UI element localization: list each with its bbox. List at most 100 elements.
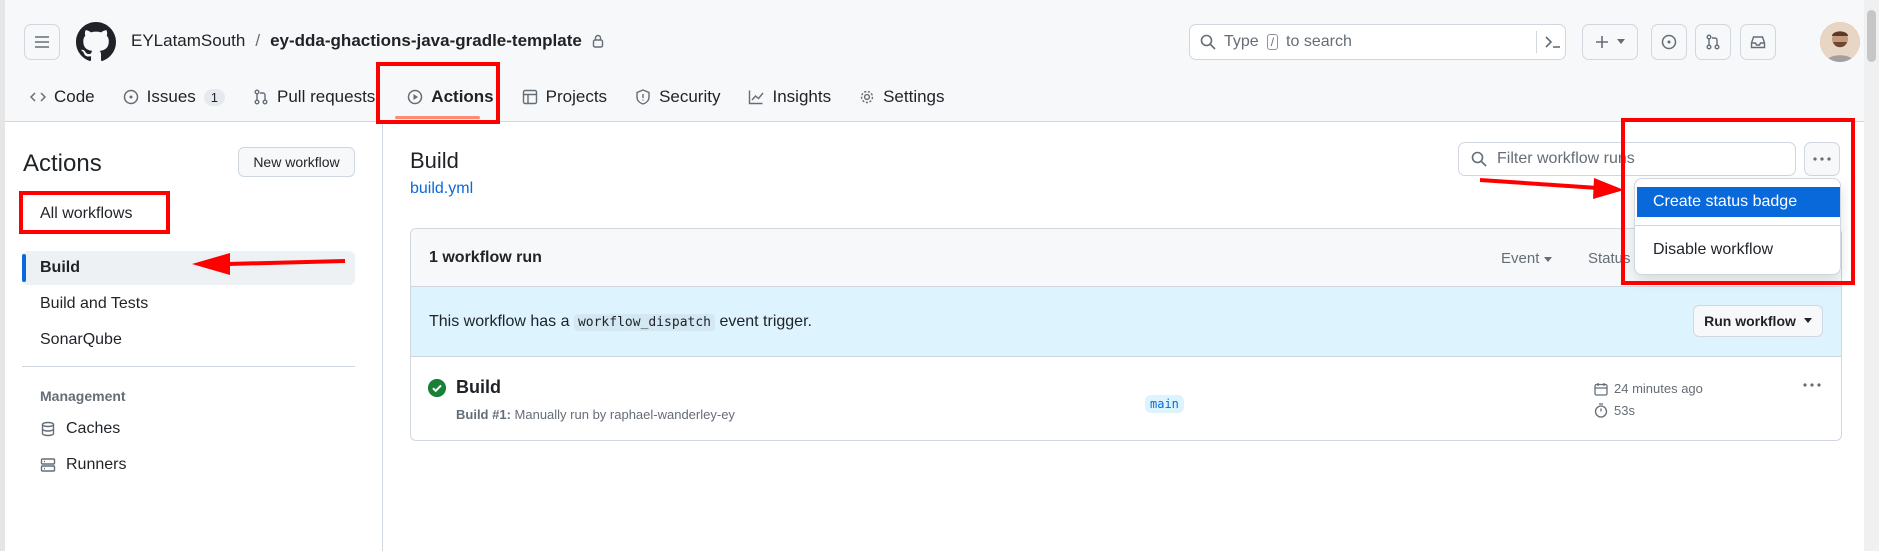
global-header: EYLatamSouth / ey-dda-ghactions-java-gra… (5, 0, 1864, 122)
tab-pull-requests[interactable]: Pull requests (253, 87, 375, 107)
tab-code[interactable]: Code (30, 87, 95, 107)
sidebar-item-build[interactable]: Build (40, 259, 80, 277)
branch-badge[interactable]: main (1145, 395, 1184, 413)
breadcrumb: EYLatamSouth / ey-dda-ghactions-java-gra… (131, 31, 604, 51)
tab-issues[interactable]: Issues 1 (123, 87, 226, 107)
search-divider (1536, 31, 1537, 53)
run-count: 1 workflow run (429, 249, 542, 266)
run-description: Build #1: Manually run by raphael-wander… (456, 407, 735, 422)
breadcrumb-separator: / (255, 31, 261, 50)
chevron-down-icon (1803, 318, 1812, 323)
banner-suffix: event trigger. (719, 313, 812, 330)
terminal-icon (1545, 36, 1560, 48)
sidebar-item-sonarqube[interactable]: SonarQube (40, 331, 122, 349)
new-workflow-button[interactable]: New workflow (238, 147, 355, 177)
run-workflow-button[interactable]: Run workflow (1693, 305, 1823, 337)
command-palette-button[interactable] (1538, 24, 1568, 60)
stopwatch-icon (1594, 403, 1608, 418)
table-row[interactable]: Build Build #1: Manually run by raphael-… (411, 357, 1841, 440)
annotation-box-actions-tab (376, 62, 500, 124)
github-logo-icon[interactable] (76, 22, 116, 62)
event-filter[interactable]: Event (1501, 250, 1552, 267)
run-duration: 53s (1594, 403, 1635, 418)
database-icon (41, 421, 55, 437)
tab-projects[interactable]: Projects (522, 87, 607, 107)
issue-icon (123, 89, 138, 105)
tab-label: Pull requests (277, 87, 376, 106)
repo-nav-tabs: Code Issues 1 Pull requests Actions Proj… (30, 82, 973, 112)
sidebar-divider-vertical (382, 122, 383, 551)
lock-icon (592, 34, 604, 48)
inbox-icon (1750, 36, 1766, 49)
inbox-button[interactable] (1740, 24, 1776, 60)
search-input[interactable]: Type / to search (1189, 24, 1566, 60)
scrollbar[interactable] (1864, 0, 1879, 551)
repo-name-link[interactable]: ey-dda-ghactions-java-gradle-template (270, 31, 582, 51)
menu-button[interactable] (24, 24, 60, 60)
search-shortcut-key: / (1266, 34, 1279, 50)
workflow-title: Build (410, 148, 459, 173)
sidebar-item-build-and-tests[interactable]: Build and Tests (40, 295, 148, 313)
gear-icon (860, 90, 874, 104)
run-trigger: Manually run by raphael-wanderley-ey (514, 407, 735, 422)
workflow-file-link[interactable]: build.yml (410, 180, 473, 198)
event-filter-label: Event (1501, 250, 1540, 267)
check-circle-icon (428, 379, 446, 397)
tab-label: Insights (772, 87, 832, 106)
sidebar-item-runners[interactable]: Runners (40, 456, 126, 474)
user-avatar-icon (1820, 22, 1860, 62)
code-icon (30, 92, 46, 102)
issues-counter: 1 (203, 88, 226, 106)
banner-code: workflow_dispatch (573, 314, 716, 331)
sidebar-active-indicator (22, 254, 26, 282)
sidebar-item-label: Runners (66, 456, 127, 473)
search-prefix: Type (1224, 33, 1259, 50)
chevron-down-icon (1543, 257, 1552, 262)
search-suffix: to search (1286, 33, 1352, 50)
run-name-link[interactable]: Build (456, 377, 501, 398)
sidebar-item-caches[interactable]: Caches (40, 420, 120, 438)
pull-requests-button[interactable] (1695, 24, 1731, 60)
annotation-box-all-workflows (19, 191, 170, 234)
tab-security[interactable]: Security (635, 87, 720, 107)
pull-request-icon (1706, 34, 1720, 50)
graph-icon (749, 90, 765, 105)
tab-settings[interactable]: Settings (859, 87, 945, 107)
issue-icon (1661, 34, 1677, 50)
run-time-label: 24 minutes ago (1614, 381, 1703, 396)
search-icon (1200, 34, 1216, 50)
banner-message: This workflow has a workflow_dispatch ev… (429, 313, 812, 331)
sidebar-title: Actions (23, 150, 102, 177)
tab-label: Code (54, 87, 95, 106)
run-workflow-label: Run workflow (1704, 313, 1796, 329)
run-time: 24 minutes ago (1594, 381, 1703, 396)
calendar-icon (1594, 382, 1608, 396)
repo-owner-link[interactable]: EYLatamSouth (131, 31, 245, 51)
plus-icon (1596, 36, 1608, 48)
pull-request-icon (254, 89, 268, 105)
tab-label: Security (659, 87, 721, 106)
server-icon (40, 458, 56, 472)
sidebar-item-label: Caches (66, 420, 121, 437)
tab-insights[interactable]: Insights (748, 87, 831, 107)
table-icon (522, 89, 537, 105)
kebab-horizontal-icon[interactable] (1803, 383, 1821, 387)
chevron-down-icon (1617, 39, 1625, 44)
shield-icon (636, 89, 650, 105)
tab-label: Settings (883, 87, 945, 106)
tab-label: Issues (146, 87, 196, 106)
annotation-box-menu (1621, 118, 1855, 285)
issues-button[interactable] (1651, 24, 1687, 60)
dispatch-banner: This workflow has a workflow_dispatch ev… (411, 287, 1841, 357)
banner-prefix: This workflow has a (429, 313, 570, 330)
avatar[interactable] (1820, 22, 1860, 62)
filter-placeholder: Filter workflow runs (1497, 150, 1635, 167)
tab-label: Projects (545, 87, 608, 106)
run-duration-label: 53s (1614, 403, 1635, 418)
create-new-button[interactable] (1582, 24, 1638, 60)
run-number: Build #1: (456, 407, 511, 422)
scrollbar-thumb[interactable] (1867, 10, 1876, 62)
hamburger-icon (35, 36, 49, 48)
search-icon (1471, 151, 1487, 167)
sidebar-divider (22, 366, 355, 367)
